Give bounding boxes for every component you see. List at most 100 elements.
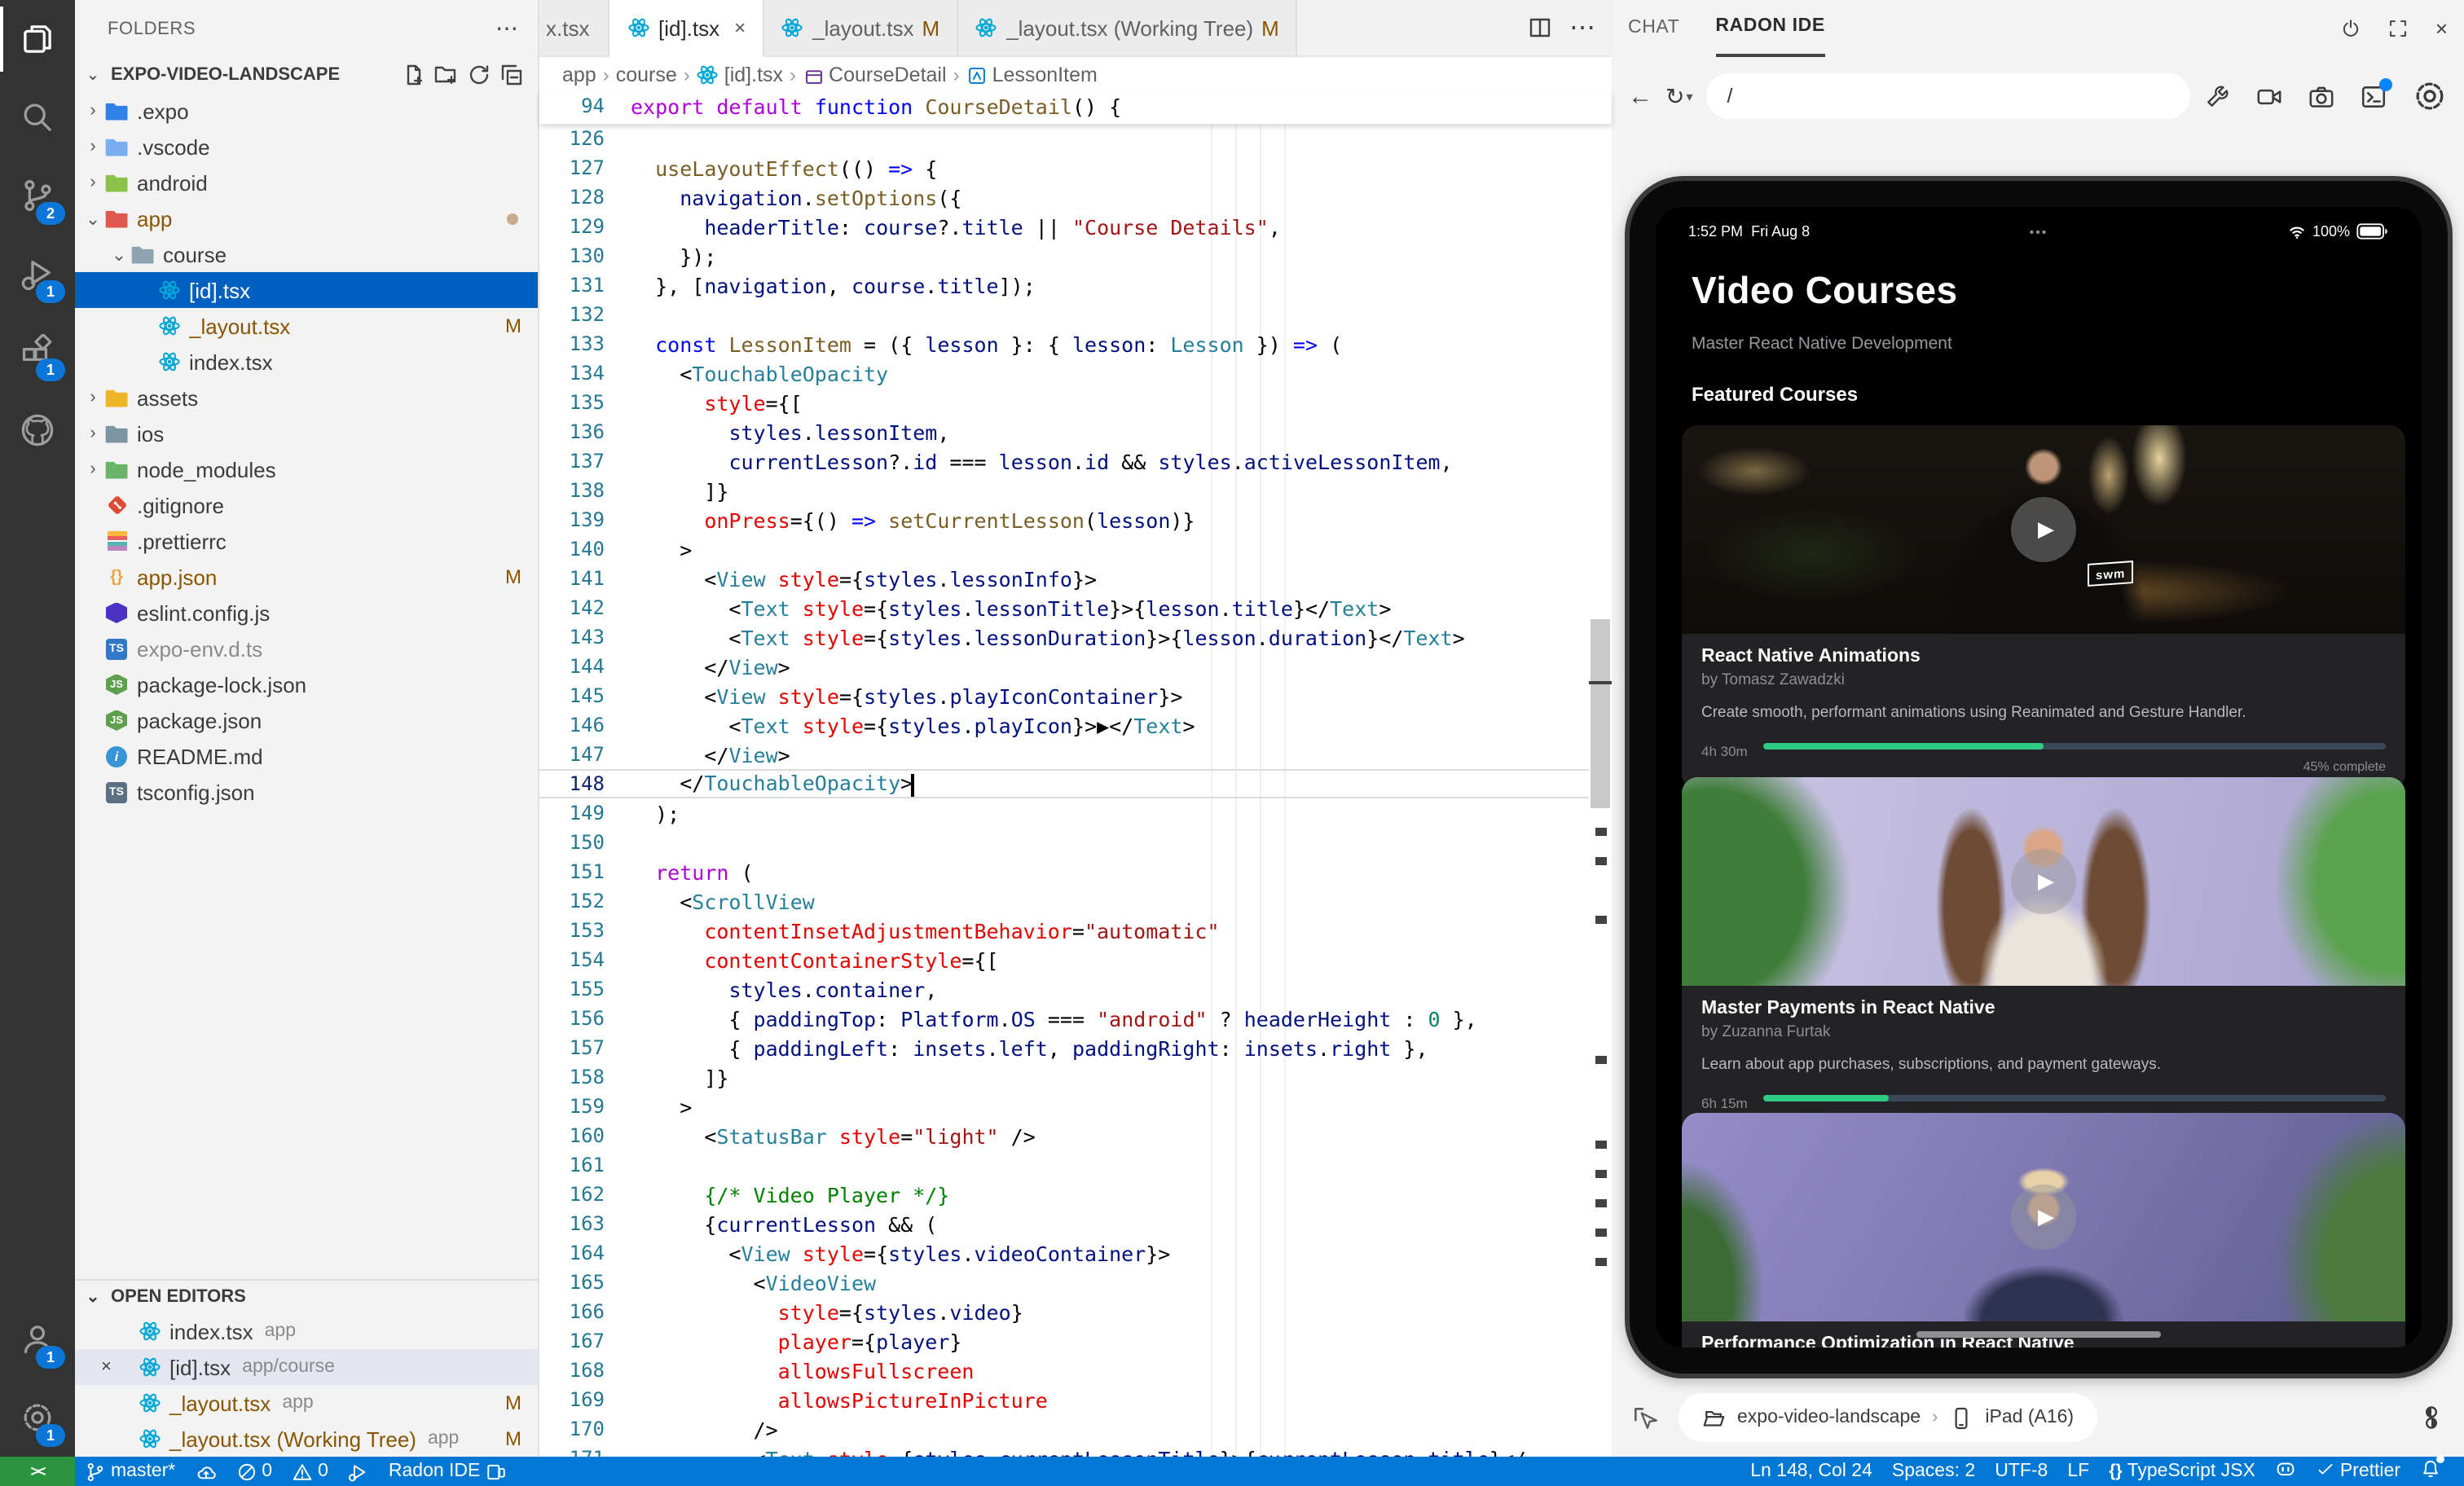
tree-item-android[interactable]: ›android	[75, 165, 538, 200]
new-folder-icon[interactable]	[430, 59, 463, 91]
sidebar-header: FOLDERS ⋯	[75, 0, 538, 57]
tree-item-assets[interactable]: ›assets	[75, 380, 538, 415]
open-editors-header[interactable]: ⌄ OPEN EDITORS	[75, 1281, 538, 1313]
status-typescript-jsx[interactable]: {}TypeScript JSX	[2099, 1457, 2265, 1486]
open-editor-index-tsx[interactable]: index.tsxapp	[75, 1313, 538, 1349]
screenshot-camera-icon[interactable]	[2308, 82, 2335, 110]
tree-item-course[interactable]: ⌄course	[75, 236, 538, 272]
close-icon[interactable]: ×	[734, 16, 746, 39]
tree-item--vscode[interactable]: ›.vscode	[75, 129, 538, 165]
dev-tools-icon[interactable]	[2203, 82, 2231, 110]
code-editor[interactable]: 126127 useLayoutEffect(() => {128 naviga…	[539, 124, 1612, 1457]
inspect-element-icon[interactable]	[1631, 1404, 1659, 1431]
close-icon[interactable]: ×	[101, 1357, 112, 1377]
debug-console-icon[interactable]	[2360, 82, 2387, 110]
status-lf[interactable]: LF	[2057, 1457, 2099, 1486]
tree-item--prettierrc[interactable]: .prettierrc	[75, 523, 538, 559]
status-prettier[interactable]: Prettier	[2306, 1457, 2410, 1486]
open-editor--layout-tsx[interactable]: _layout.tsxappM	[75, 1385, 538, 1421]
status-ln-148-col-24[interactable]: Ln 148, Col 24	[1740, 1457, 1882, 1486]
project-device-selector[interactable]: expo-video-landscape › iPad (A16)	[1679, 1393, 2097, 1442]
github-activity-button[interactable]	[0, 391, 75, 469]
video-thumbnail[interactable]: swm	[1682, 425, 2405, 634]
tree-item-node-modules[interactable]: ›node_modules	[75, 451, 538, 487]
editor-tab-x-tsx[interactable]: x.tsx	[539, 0, 609, 55]
device-settings-gear-icon[interactable]	[2412, 78, 2448, 114]
status-radon-ide[interactable]: Radon IDE	[379, 1457, 517, 1486]
tree-item--layout-tsx[interactable]: _layout.tsxM	[75, 308, 538, 344]
scrollbar-thumb[interactable]	[1591, 619, 1610, 808]
tree-item-package-json[interactable]: JSpackage.json	[75, 702, 538, 738]
breadcrumb-lessonitem[interactable]: LessonItem	[966, 64, 1098, 86]
status-0[interactable]: 0	[282, 1457, 338, 1486]
editor-scrollbar[interactable]	[1589, 55, 1612, 1457]
video-thumbnail[interactable]	[1682, 777, 2405, 986]
maximize-icon[interactable]	[2388, 17, 2409, 38]
tree-item--gitignore[interactable]: .gitignore	[75, 487, 538, 523]
simulator-screen[interactable]: 1:52 PM Fri Aug 8 ••• 100% Video Courses…	[1656, 207, 2422, 1348]
split-editor-icon[interactable]	[1527, 15, 1553, 41]
more-actions-icon[interactable]: ⋯	[495, 15, 518, 42]
tab-chat[interactable]: CHAT	[1628, 0, 1679, 55]
course-card-2[interactable]: Master Payments in React Nativeby Zuzann…	[1682, 777, 2405, 1142]
editor-tab--id-tsx[interactable]: [id].tsx×	[609, 0, 763, 57]
home-indicator[interactable]	[1916, 1331, 2161, 1338]
video-thumbnail[interactable]	[1682, 1113, 2405, 1321]
remote-indicator[interactable]: ><	[0, 1457, 75, 1486]
course-card-1[interactable]: swmReact Native Animationsby Tomasz Zawa…	[1682, 425, 2405, 790]
route-url-input[interactable]: /	[1706, 73, 2191, 119]
status-debug-alt-icon[interactable]	[338, 1457, 379, 1486]
settings-gear-activity-button[interactable]: 1	[0, 1378, 75, 1457]
more-actions-icon[interactable]: ⋯	[1569, 11, 1595, 44]
course-card-3[interactable]: Performance Optimization in React Native…	[1682, 1113, 2405, 1348]
status-copilot-icon[interactable]	[2265, 1457, 2306, 1486]
tree-item--expo[interactable]: ›.expo	[75, 93, 538, 129]
status-master-[interactable]: master*	[75, 1457, 185, 1486]
tree-item-readme-md[interactable]: iREADME.md	[75, 738, 538, 774]
tree-item-app[interactable]: ⌄app	[75, 200, 538, 236]
refresh-icon[interactable]	[463, 59, 495, 91]
status-0[interactable]: 0	[226, 1457, 282, 1486]
open-editor--id-tsx[interactable]: ×[id].tsxapp/course	[75, 1349, 538, 1385]
breadcrumb-app[interactable]: app	[562, 64, 596, 86]
workspace-root-row[interactable]: ⌄ EXPO-VIDEO-LANDSCAPE	[75, 57, 538, 93]
close-icon[interactable]: ×	[2435, 15, 2448, 40]
extensions-activity-button[interactable]: 1	[0, 313, 75, 391]
line-number: 94	[539, 95, 631, 117]
tree-item-eslint-config-js[interactable]: eslint.config.js	[75, 595, 538, 631]
status-bell-icon[interactable]	[2410, 1457, 2451, 1486]
back-icon[interactable]: ←	[1628, 82, 1652, 110]
status-cloud-upload-icon[interactable]	[185, 1457, 226, 1486]
new-file-icon[interactable]	[398, 59, 430, 91]
chevron-down-icon: ⌄	[81, 1288, 104, 1306]
line-content: <View style={styles.playIconContainer}>	[631, 684, 1182, 708]
screen-record-icon[interactable]	[2255, 82, 2283, 110]
tree-item--id-tsx[interactable]: [id].tsx	[75, 272, 538, 308]
editor-tab--layout-tsx-working-tree-[interactable]: _layout.tsx (Working Tree)M	[957, 0, 1297, 55]
power-icon[interactable]	[2341, 17, 2362, 38]
tab-radon-ide[interactable]: RADON IDE	[1715, 0, 1824, 57]
run-debug-activity-button[interactable]: 1	[0, 235, 75, 313]
breadcrumb-course[interactable]: course	[616, 64, 677, 86]
tree-item-tsconfig-json[interactable]: TStsconfig.json	[75, 774, 538, 810]
status-spaces-2[interactable]: Spaces: 2	[1882, 1457, 1985, 1486]
source-control-activity-button[interactable]: 2	[0, 156, 75, 235]
collapse-all-icon[interactable]	[495, 59, 528, 91]
breadcrumb--id-tsx[interactable]: [id].tsx	[697, 64, 783, 86]
status-utf-8[interactable]: UTF-8	[1985, 1457, 2057, 1486]
open-editor--layout-tsx-working-tree-[interactable]: _layout.tsx (Working Tree)appM	[75, 1421, 538, 1457]
line-content: </View>	[631, 742, 790, 767]
theme-toggle-icon[interactable]	[2418, 1405, 2444, 1431]
search-activity-button[interactable]	[0, 78, 75, 156]
files-activity-button[interactable]	[0, 0, 75, 78]
editor-tab--layout-tsx[interactable]: _layout.tsxM	[763, 0, 957, 55]
reload-button[interactable]: ↻▾	[1665, 82, 1693, 110]
tree-item-package-lock-json[interactable]: JSpackage-lock.json	[75, 666, 538, 702]
tree-item-expo-env-d-ts[interactable]: TSexpo-env.d.ts	[75, 631, 538, 666]
tree-item-ios[interactable]: ›ios	[75, 415, 538, 451]
tree-item-index-tsx[interactable]: index.tsx	[75, 344, 538, 380]
breadcrumb-coursedetail[interactable]: CourseDetail	[803, 64, 947, 86]
sticky-scroll-line[interactable]: 94export default function CourseDetail()…	[539, 91, 1612, 124]
tree-item-app-json[interactable]: {}app.jsonM	[75, 559, 538, 595]
account-activity-button[interactable]: 1	[0, 1300, 75, 1378]
